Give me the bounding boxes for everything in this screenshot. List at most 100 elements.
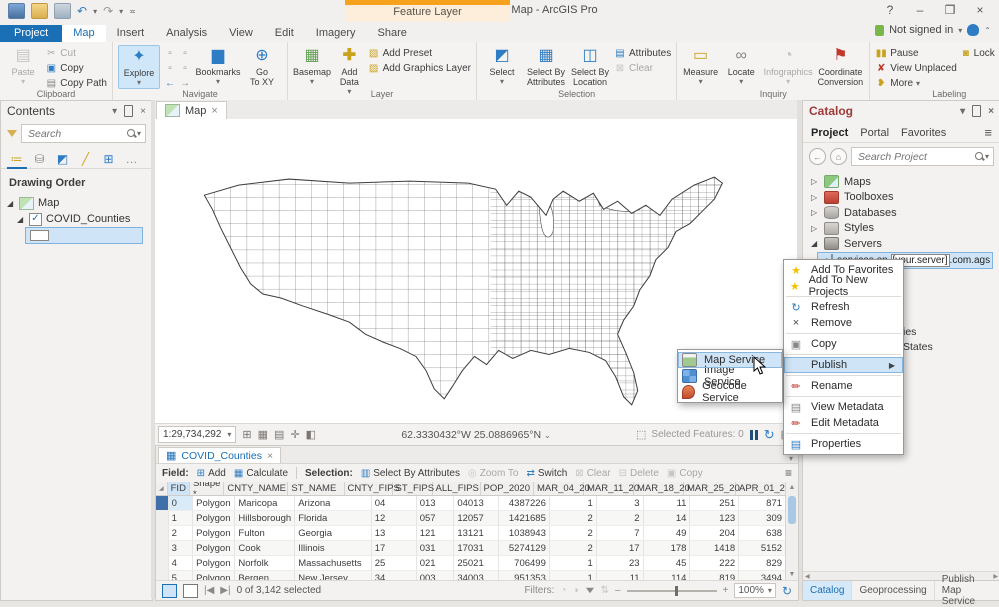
column-header-mar_25_20[interactable]: MAR_25_20 (684, 482, 736, 495)
fixed-zoom-button[interactable]: ▫▫ (164, 62, 194, 75)
catalog-item-toolboxes[interactable]: ▷Toolboxes (803, 190, 999, 206)
go-to-xy-button[interactable]: ⊕ Go To XY (242, 45, 282, 87)
table-cell[interactable]: 17 (597, 541, 644, 555)
row-header[interactable] (156, 511, 169, 525)
redo-icon[interactable]: ↷ (103, 4, 113, 18)
contents-search-input[interactable] (26, 127, 127, 141)
add-field-button[interactable]: ⊞Add (197, 468, 226, 479)
table-cell[interactable]: 25 (372, 556, 417, 570)
zoom-to-button[interactable]: ◎Zoom To (468, 468, 518, 479)
table-cell[interactable]: 251 (690, 496, 739, 510)
full-extent-button[interactable]: ▫▫ (164, 47, 194, 60)
catalog-search[interactable]: ▾ (851, 147, 994, 166)
expander-icon[interactable]: ◢ (17, 215, 25, 224)
list-by-drawing-order-icon[interactable]: ≔ (9, 152, 24, 166)
table-cell[interactable]: Cook (235, 541, 295, 555)
table-cell[interactable]: 871 (739, 496, 786, 510)
table-vertical-scrollbar[interactable]: ▲ ▼ (785, 482, 798, 581)
table-cell[interactable]: 17 (372, 541, 417, 555)
menu-item-add-to-new-projects[interactable]: ★Add To New Projects (784, 278, 903, 294)
row-header[interactable] (156, 541, 169, 555)
table-corner-cell[interactable]: ◢ (156, 482, 168, 495)
table-zoom-slider[interactable] (627, 590, 717, 592)
search-dropdown-icon[interactable]: ▾ (137, 129, 141, 138)
table-row[interactable]: 1PolygonHillsboroughFlorida1205712057142… (156, 511, 786, 526)
grid-icon[interactable]: ▤ (274, 428, 284, 441)
table-row[interactable]: 3PolygonCookIllinois17031170315274129217… (156, 541, 786, 556)
table-cell[interactable]: 638 (739, 526, 786, 540)
column-header-shape *[interactable]: Shape * (190, 482, 224, 495)
table-cell[interactable]: Illinois (295, 541, 372, 555)
help-button[interactable]: ? (875, 0, 905, 20)
save-icon[interactable] (8, 3, 25, 19)
lock-labels-button[interactable]: ◙Lock (961, 47, 995, 60)
delete-selection-button[interactable]: ⊟Delete (619, 468, 659, 479)
home-icon[interactable]: ⌂ (830, 148, 847, 165)
copy-selection-button[interactable]: ▣Copy (667, 468, 703, 479)
zoom-in-table-icon[interactable]: + (723, 585, 729, 596)
table-cell[interactable]: 013 (417, 496, 455, 510)
view-unplaced-button[interactable]: ✘View Unplaced (875, 62, 957, 75)
filter-icon[interactable] (7, 130, 17, 137)
column-header-mar_11_20[interactable]: MAR_11_20 (584, 482, 634, 495)
table-cell[interactable]: 3 (597, 496, 644, 510)
ribbon-collapse-icon[interactable]: ⌃ (984, 26, 991, 35)
more-lists-icon[interactable]: … (124, 152, 139, 166)
dock-tab-catalog[interactable]: Catalog (803, 581, 852, 600)
sound-icon[interactable]: ◧ (306, 428, 316, 441)
menu-item-publish[interactable]: Publish▶ (784, 357, 903, 373)
list-by-editing-icon[interactable]: ╱ (78, 152, 93, 166)
tree-item-covid-counties[interactable]: ◢ ✓ COVID_Counties (1, 211, 152, 227)
table-cell[interactable]: Hillsborough (235, 511, 295, 525)
column-header-all_fips[interactable]: ALL_FIPS (433, 482, 481, 495)
expander-icon[interactable]: ▷ (811, 208, 819, 217)
catalog-item-servers[interactable]: ◢Servers (803, 236, 999, 252)
partial-tree-item[interactable]: ies (903, 326, 916, 338)
clear-selection-table-button[interactable]: ⊠Clear (575, 468, 610, 479)
table-row[interactable]: 2PolygonFultonGeorgia1312113121103894327… (156, 526, 786, 541)
catalog-menu-icon[interactable]: ≡ (984, 125, 992, 140)
menu-item-view-metadata[interactable]: ▤View Metadata (784, 399, 903, 415)
select-by-attributes-table-button[interactable]: ▥Select By Attributes (361, 468, 460, 479)
pin-icon[interactable] (124, 105, 133, 117)
table-view-icon[interactable] (162, 584, 177, 598)
pane-menu-icon[interactable]: ▾ (960, 106, 965, 117)
table-cell[interactable]: 04 (372, 496, 417, 510)
form-view-icon[interactable] (183, 584, 198, 598)
expander-icon[interactable]: ▷ (811, 177, 819, 186)
column-header-st_name[interactable]: ST_NAME (288, 482, 344, 495)
contents-search[interactable]: ▾ (21, 124, 146, 143)
add-preset-button[interactable]: ▧Add Preset (368, 47, 471, 60)
switch-selection-button[interactable]: ⇄Switch (526, 468, 567, 479)
tree-item-map[interactable]: ◢ Map (1, 195, 152, 211)
table-cell[interactable]: 1 (550, 556, 597, 570)
column-header-pop_2020[interactable]: POP_2020 (481, 482, 534, 495)
table-cell[interactable]: 12057 (454, 511, 499, 525)
table-cell[interactable]: 0 (169, 496, 194, 510)
first-record-icon[interactable]: |◀ (204, 585, 214, 596)
table-cell[interactable]: Florida (295, 511, 372, 525)
open-icon[interactable] (31, 3, 48, 19)
table-cell[interactable]: 5274129 (499, 541, 550, 555)
table-cell[interactable]: 2 (550, 541, 597, 555)
refresh-map-icon[interactable]: ↻ (764, 427, 775, 443)
catalog-item-styles[interactable]: ▷Styles (803, 221, 999, 237)
tab-map[interactable]: Map (62, 25, 105, 42)
copy-button[interactable]: ▣Copy (45, 62, 107, 75)
save-project-icon[interactable] (54, 3, 71, 19)
table-cell[interactable]: 14 (644, 511, 691, 525)
coordinate-conversion-button[interactable]: ⚑ Coordinate Conversion (817, 45, 865, 87)
undo-dropdown-icon[interactable]: ▾ (93, 7, 97, 16)
submenu-item-geocode-service[interactable]: Geocode Service (678, 384, 782, 400)
select-by-attributes-button[interactable]: ▦ Select By Attributes (526, 45, 566, 87)
select-by-location-button[interactable]: ◫ Select By Location (570, 45, 610, 87)
table-cell[interactable]: 3 (169, 541, 194, 555)
table-cell[interactable]: 1418 (690, 541, 739, 555)
table-cell[interactable]: 04013 (454, 496, 499, 510)
table-cell[interactable]: 121 (417, 526, 455, 540)
menu-item-edit-metadata[interactable]: ✏Edit Metadata (784, 415, 903, 431)
row-header[interactable] (156, 556, 169, 570)
back-icon[interactable]: ← (809, 148, 826, 165)
list-by-data-source-icon[interactable]: ⛁ (32, 152, 47, 166)
filter-funnel-icon[interactable] (586, 588, 594, 594)
